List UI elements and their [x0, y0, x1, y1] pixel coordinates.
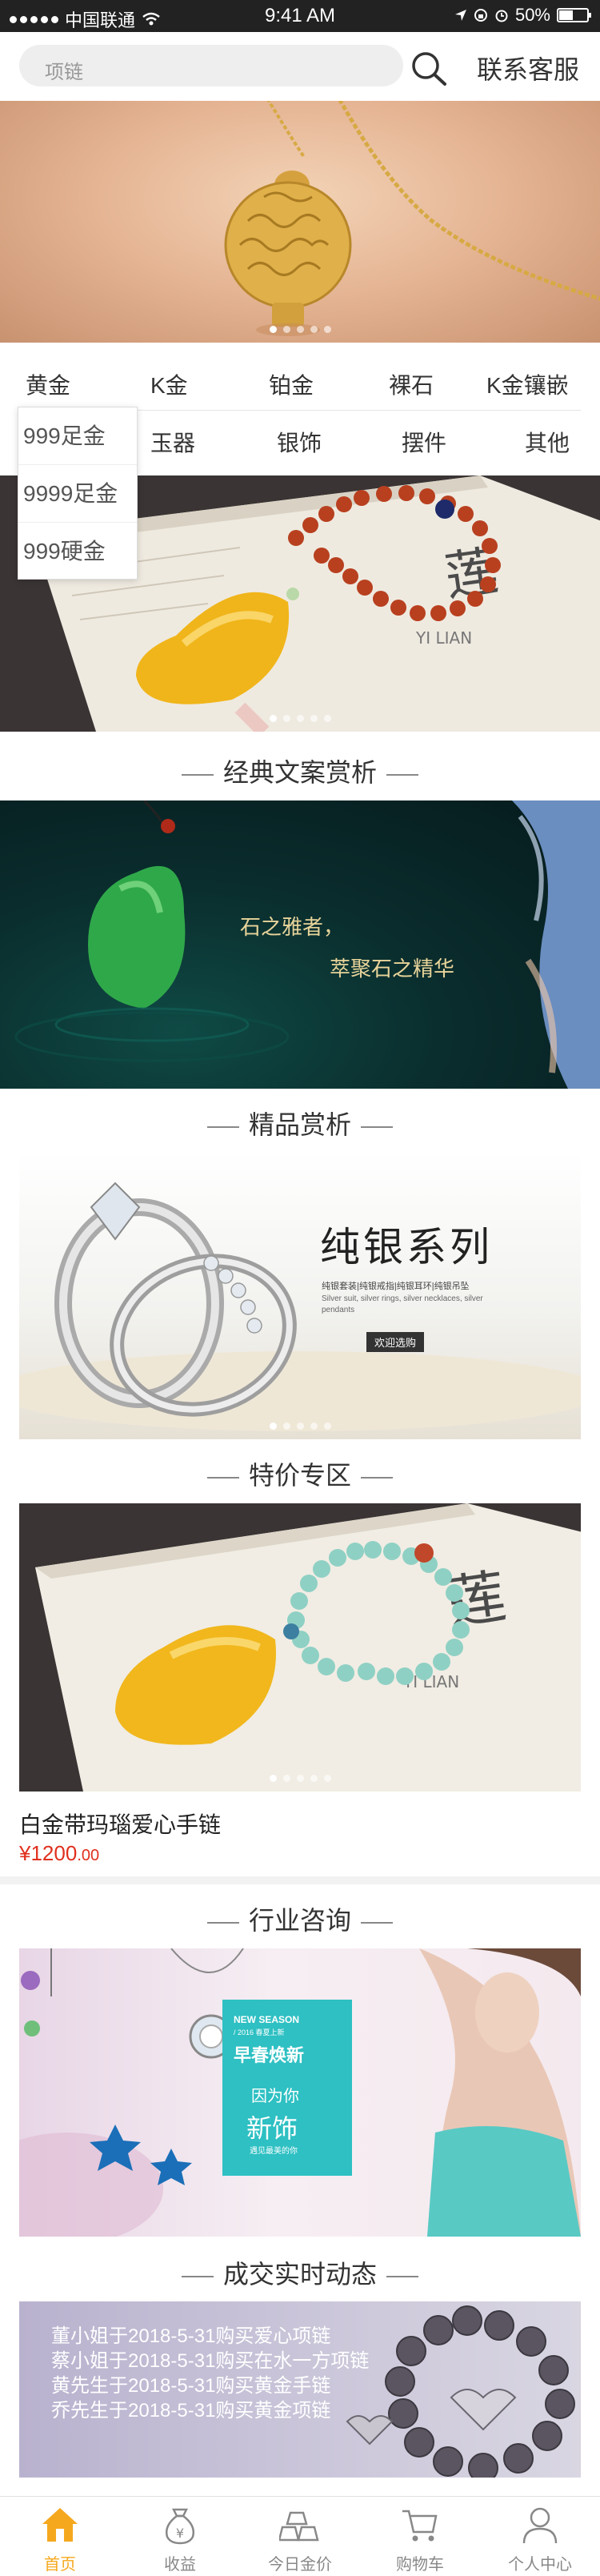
price-main: 1200 — [30, 1841, 78, 1865]
search-input[interactable]: 项链 — [19, 45, 403, 86]
tab-profile[interactable]: 个人中心 — [480, 2497, 600, 2576]
section-title-featured: 精品赏析 — [0, 1105, 600, 1142]
classic-text-line1: 石之雅者， — [240, 916, 345, 940]
tab-gold-price[interactable]: 今日金价 — [240, 2497, 360, 2576]
featured-headline: 纯银系列 — [320, 1224, 493, 1270]
rotation-lock-icon — [474, 9, 487, 22]
deal-item: 黄先生于2018-5-31购买黄金手链 — [51, 2375, 331, 2397]
location-icon — [454, 10, 466, 21]
tab-label: 收益 — [164, 2556, 196, 2574]
price-cents: .00 — [77, 1847, 100, 1864]
battery-icon — [557, 8, 591, 22]
industry-sub: 遇见最美的你 — [250, 2147, 298, 2156]
amber-bracelet-image: 莲 YI LIAN — [35, 1503, 581, 1792]
featured-tag[interactable]: 欢迎选购 — [366, 1332, 425, 1352]
industry-banner[interactable]: NEW SEASON / 2016 春夏上新 早春焕新 因为你 新饰 遇见最美的… — [19, 1948, 581, 2237]
special-product-price: ¥1200.00 — [19, 1841, 99, 1866]
category-loose-stone[interactable]: 裸石 — [389, 368, 434, 400]
deal-item: 董小姐于2018-5-31购买爱心项链 — [51, 2325, 331, 2347]
user-icon — [522, 2507, 558, 2544]
special-product-image[interactable]: 莲 YI LIAN — [19, 1503, 581, 1792]
section-title-industry: 行业咨询 — [0, 1900, 600, 1937]
industry-season: NEW SEASON — [234, 2014, 300, 2025]
search-placeholder: 项链 — [45, 62, 83, 83]
category-other[interactable]: 其他 — [525, 426, 570, 458]
category-gold[interactable]: 黄金 — [26, 368, 70, 400]
classic-banner[interactable]: 石之雅者， 萃聚石之精华 — [0, 800, 600, 1089]
section-title-classic: 经典文案赏析 — [0, 752, 600, 789]
tab-label: 首页 — [44, 2556, 76, 2574]
dropdown-item-9999[interactable]: 9999足金 — [18, 465, 137, 523]
gold-pendant-image — [224, 101, 600, 336]
classic-text-line2: 萃聚石之精华 — [330, 957, 455, 981]
status-right: 50% — [454, 5, 591, 26]
category-ornament[interactable]: 摆件 — [402, 426, 446, 458]
featured-pager — [19, 1422, 581, 1430]
section-divider — [0, 1876, 600, 1884]
special-pager — [19, 1775, 581, 1782]
contact-service-link[interactable]: 联系客服 — [477, 50, 579, 86]
industry-year: / 2016 春夏上新 — [234, 2028, 285, 2036]
category-k-gold-inlay[interactable]: K金镶嵌 — [486, 368, 569, 400]
deals-ticker: 董小姐于2018-5-31购买爱心项链 蔡小姐于2018-5-31购买在水一方项… — [19, 2301, 581, 2478]
tab-home[interactable]: 首页 — [0, 2497, 120, 2576]
featured-banner[interactable]: 纯银系列 纯银套装|纯银戒指|纯银耳环|纯银吊坠 Silver suit, si… — [19, 1151, 581, 1439]
amber-pager — [0, 715, 600, 722]
category-platinum[interactable]: 铂金 — [269, 368, 314, 400]
battery-percent: 50% — [514, 5, 550, 25]
category-silver[interactable]: 银饰 — [277, 426, 322, 458]
tab-earnings[interactable]: ¥ 收益 — [120, 2497, 240, 2576]
dropdown-item-999-hard[interactable]: 999硬金 — [18, 523, 137, 580]
money-bag-icon: ¥ — [166, 2508, 194, 2545]
category-k-gold[interactable]: K金 — [150, 368, 188, 400]
category-row-1: 黄金 K金 铂金 裸石 K金镶嵌 — [0, 349, 600, 413]
price-currency: ¥ — [19, 1841, 31, 1865]
alarm-icon — [495, 10, 508, 22]
home-icon — [42, 2508, 78, 2542]
bottom-tab-bar: 首页 ¥ 收益 今日金价 购物车 个人中心 — [0, 2496, 600, 2576]
category-jade[interactable]: 玉器 — [150, 426, 195, 458]
dropdown-item-999[interactable]: 999足金 — [18, 407, 137, 465]
deals-list: 董小姐于2018-5-31购买爱心项链 蔡小姐于2018-5-31购买在水一方项… — [51, 2324, 369, 2423]
industry-new: 新饰 — [246, 2114, 298, 2143]
svg-text:¥: ¥ — [176, 2526, 184, 2541]
tab-cart[interactable]: 购物车 — [360, 2497, 480, 2576]
search-icon[interactable] — [410, 50, 448, 86]
jade-pendant-image — [14, 800, 600, 1089]
featured-desc-cn: 纯银套装|纯银戒指|纯银耳环|纯银吊坠 — [322, 1282, 470, 1291]
cart-icon — [402, 2510, 438, 2542]
tab-label: 个人中心 — [508, 2556, 572, 2574]
deal-item: 蔡小姐于2018-5-31购买在水一方项链 — [51, 2350, 370, 2372]
special-product-name[interactable]: 白金带玛瑙爱心手链 — [19, 1808, 221, 1840]
status-bar: 中国联通 9:41 AM 50% — [0, 0, 600, 32]
tab-label: 购物车 — [396, 2556, 444, 2574]
hero-banner[interactable] — [0, 101, 600, 343]
industry-promo-card: NEW SEASON / 2016 春夏上新 早春焕新 因为你 新饰 遇见最美的… — [222, 2000, 352, 2176]
deal-item: 乔先生于2018-5-31购买黄金项链 — [51, 2400, 331, 2422]
industry-because: 因为你 — [251, 2088, 299, 2105]
section-title-special: 特价专区 — [0, 1455, 600, 1492]
tab-label: 今日金价 — [268, 2556, 332, 2574]
industry-headline: 早春焕新 — [234, 2045, 305, 2065]
gold-dropdown-menu: 999足金 9999足金 999硬金 — [18, 407, 138, 580]
featured-desc-en: Silver suit, silver rings, silver neckla… — [322, 1294, 483, 1314]
gold-bars-icon — [279, 2511, 319, 2542]
section-title-deals: 成交实时动态 — [0, 2254, 600, 2291]
svg-text:YI LIAN: YI LIAN — [415, 628, 472, 648]
header: 项链 联系客服 — [0, 32, 600, 101]
hero-pager — [0, 326, 600, 333]
